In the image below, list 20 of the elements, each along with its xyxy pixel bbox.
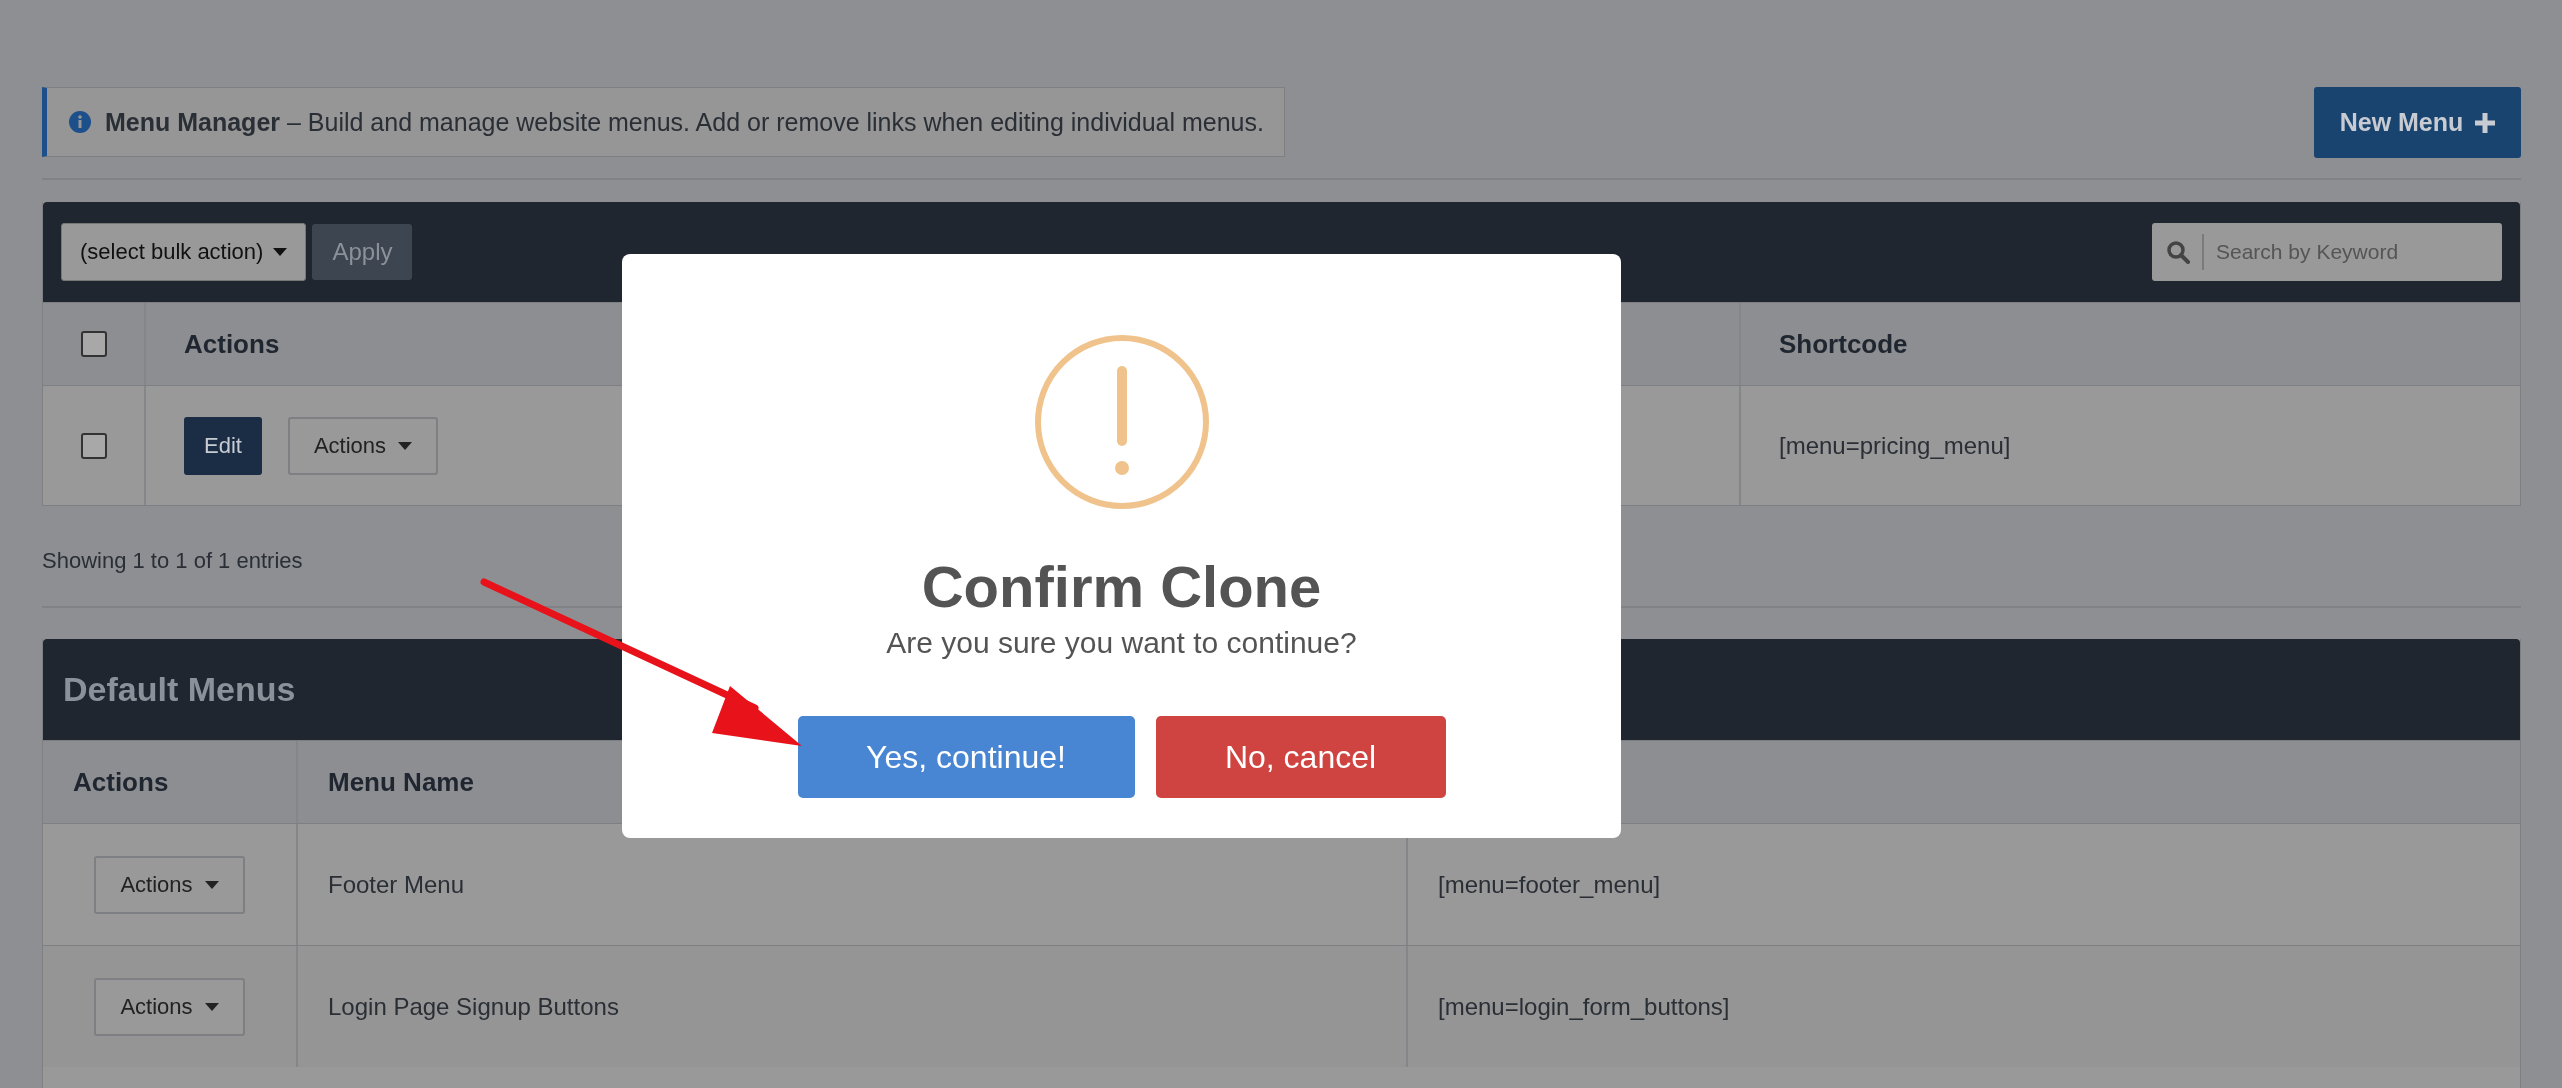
table-title: Default Menus [63,670,296,709]
cancel-button[interactable]: No, cancel [1155,716,1446,798]
actions-dropdown[interactable]: Actions [287,416,439,475]
edit-button[interactable]: Edit [184,416,262,475]
table-cell-text: [menu=login_form_buttons] [1437,991,1731,1022]
entries-info: Showing 1 to 1 of 1 entries [42,548,303,574]
table-cell: Login Page Signup Buttons [298,946,1408,1067]
apply-button[interactable]: Apply [312,224,413,280]
search-field[interactable]: Search by Keyword [2152,223,2502,281]
bulk-action-dropdown[interactable]: (select bulk action) [61,223,307,281]
dialog-message: Are you sure you want to continue? [886,626,1357,660]
confirm-button[interactable]: Yes, continue! [797,716,1135,798]
column-header: Shortcode [1778,327,1909,361]
actions-dropdown[interactable]: Actions [94,977,245,1036]
table-cell-text: [menu=footer_menu] [1437,869,1662,900]
table-cell-text: [menu=pricing_menu] [1778,430,2012,461]
actions-dropdown[interactable]: Actions [94,855,245,914]
info-text: Menu Manager – Build and manage website menus. Add or remove links when editing individual menus. [105,107,1264,137]
dialog-title: Confirm Clone [921,553,1322,620]
new-menu-button[interactable]: New Menu [2314,87,2521,158]
